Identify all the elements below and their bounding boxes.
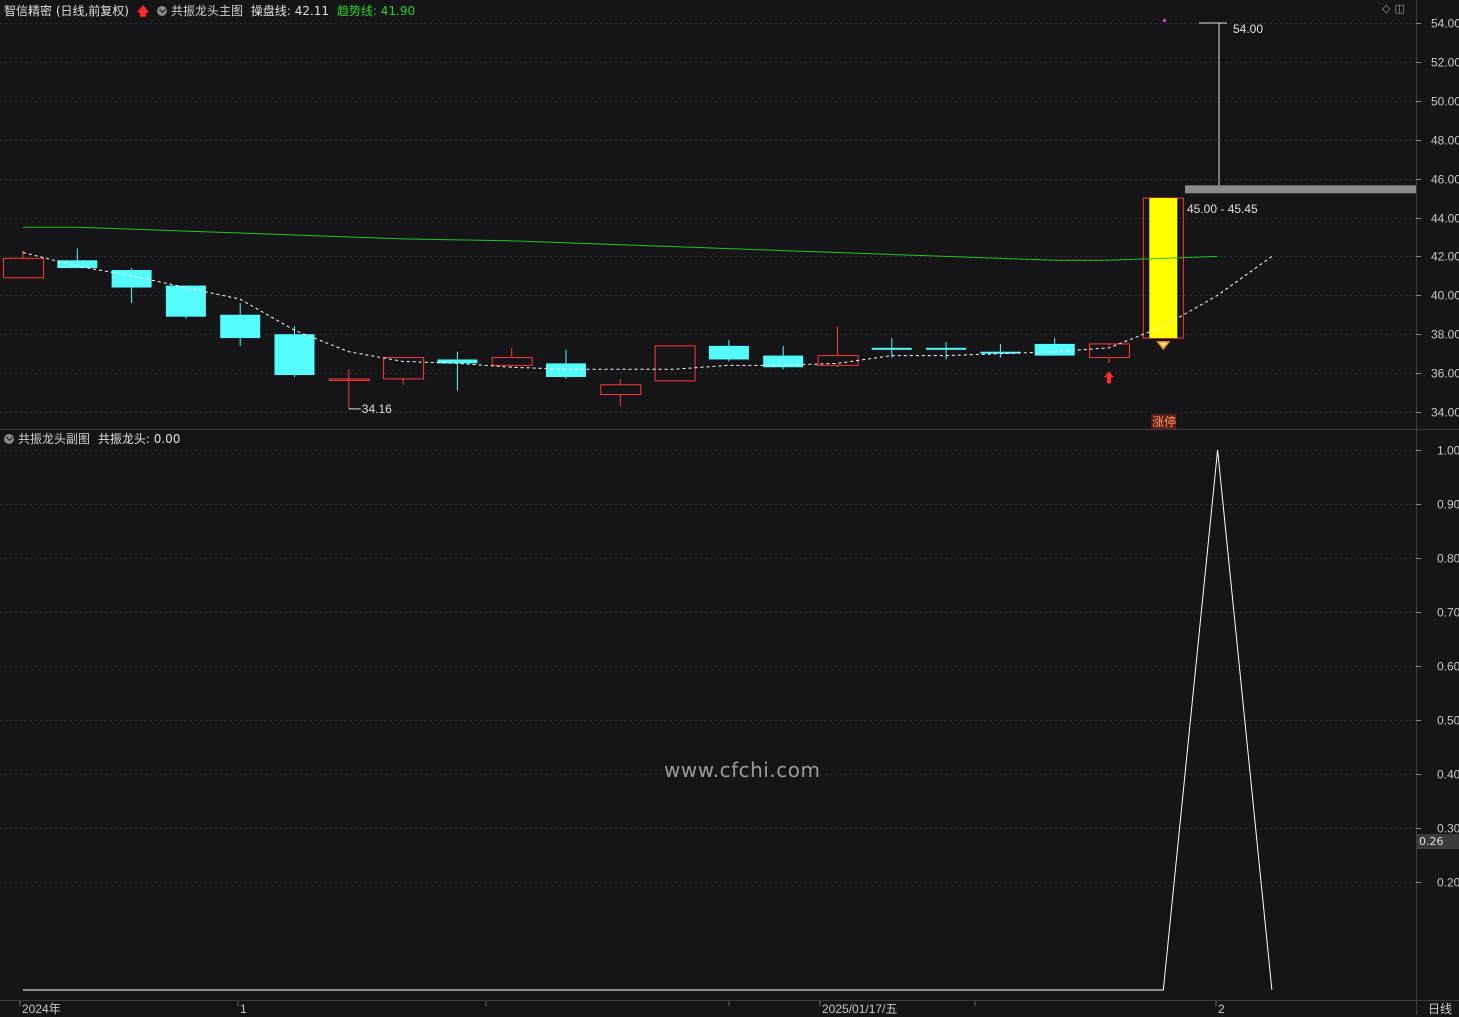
period-label[interactable]: 日线 (1428, 1000, 1452, 1017)
panel-icon[interactable]: ◫ (1394, 2, 1404, 15)
sub-tick-label: 0.40 (1437, 768, 1459, 782)
trend-line-value: 趋势线: 41.90 (336, 4, 416, 18)
sub-tick-label: 0.20 (1437, 876, 1459, 890)
main-chart-header: 智信精密 (日线,前复权) 🡅 共振龙头主图 操盘线: 42.11 趋势线: 4… (4, 2, 419, 23)
sub-chart-header: 共振龙头副图 共振龙头: 0.00 (4, 430, 184, 447)
main-tick-label: 44.00 (1431, 212, 1459, 226)
collapse-icon[interactable] (157, 6, 167, 16)
main-tick-label: 52.00 (1431, 56, 1459, 70)
candle-down (926, 347, 967, 350)
candle-up (1089, 343, 1130, 359)
candle-down (708, 345, 749, 360)
x-label-year: 2024年 (22, 1002, 61, 1015)
candle-up (491, 357, 533, 366)
candle-up (3, 257, 44, 279)
main-tick-label: 36.00 (1431, 367, 1459, 381)
x-label-month: 2 (1218, 1002, 1225, 1015)
marker-dot (1163, 19, 1166, 22)
candle-down (57, 260, 98, 269)
sub-tick-label: 1.00 (1437, 444, 1459, 458)
candle-down (871, 347, 912, 350)
limit-up-fill (1149, 198, 1178, 339)
candle-down (111, 270, 152, 288)
collapse-icon[interactable] (4, 434, 14, 444)
operation-line (22, 252, 1273, 370)
candle-up (383, 357, 425, 380)
x-label-month: 1 (240, 1002, 247, 1015)
candle-up (600, 384, 642, 395)
range-band (1185, 185, 1416, 194)
candle-up (654, 345, 696, 382)
limit-up-tag: 涨停 (1152, 414, 1176, 429)
main-tick-label: 38.00 (1431, 328, 1459, 342)
main-tick-label: 46.00 (1431, 173, 1459, 187)
top-right-icons: ◇ ◫ (1382, 2, 1409, 15)
main-tick-label: 50.00 (1431, 95, 1459, 109)
watermark: www.cfchi.com (664, 758, 821, 782)
sub-indicator-value: 共振龙头: 0.00 (97, 432, 181, 446)
operation-line-value: 操盘线: 42.11 (250, 4, 330, 18)
candle-up (817, 355, 859, 366)
candle-down (220, 314, 261, 339)
candle-down (546, 363, 586, 377)
main-tick-label: 40.00 (1431, 289, 1459, 303)
up-arrow-icon: 🡅 (136, 4, 150, 18)
current-value-tag: 0.26 (1417, 834, 1459, 849)
high-label: 54.00 (1233, 22, 1263, 36)
range-label: 45.00 - 45.45 (1187, 202, 1258, 216)
stock-title[interactable]: 智信精密 (日线,前复权) (4, 4, 129, 18)
sub-tick-label: 0.90 (1437, 498, 1459, 512)
main-tick-label: 48.00 (1431, 134, 1459, 148)
sub-tick-label: 0.70 (1437, 606, 1459, 620)
main-indicator-name[interactable]: 共振龙头主图 (171, 4, 243, 18)
candle-down (274, 334, 315, 376)
trend-line (23, 226, 1218, 261)
sub-indicator-name[interactable]: 共振龙头副图 (18, 432, 90, 446)
sub-tick-label: 0.60 (1437, 660, 1459, 674)
main-tick-label: 54.00 (1431, 17, 1459, 31)
diamond-icon[interactable]: ◇ (1382, 2, 1390, 15)
candle-down (1034, 343, 1075, 356)
low-label: 34.16 (362, 402, 392, 416)
x-label-date: 2025/01/17/五 (822, 1002, 897, 1015)
sub-tick-label: 0.50 (1437, 714, 1459, 728)
main-tick-label: 34.00 (1431, 406, 1459, 420)
chart-canvas[interactable]: 34.00 36.00 38.00 40.00 42.00 44.00 46.00 48.00… (0, 0, 1459, 1015)
main-tick-label: 42.00 (1431, 250, 1459, 264)
sub-tick-label: 0.80 (1437, 552, 1459, 566)
